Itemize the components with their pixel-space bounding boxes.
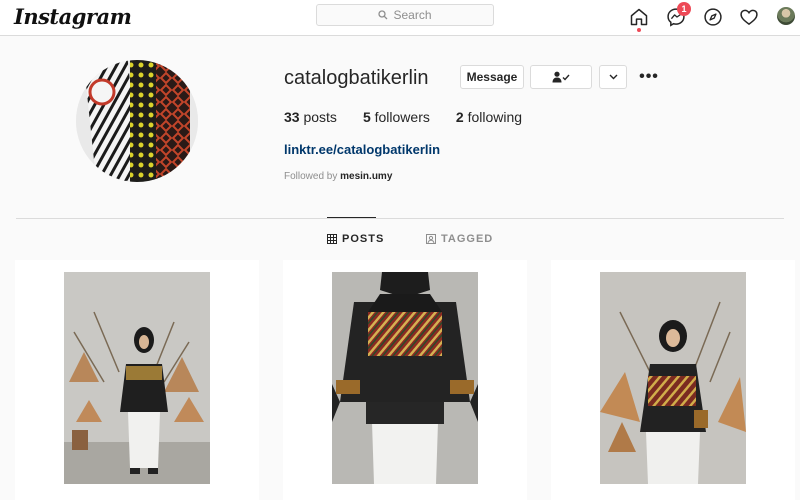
profile-picture[interactable] [76, 60, 198, 182]
suggestions-dropdown-button[interactable] [599, 65, 627, 89]
more-options-icon[interactable]: ••• [638, 68, 660, 86]
posts-stat: 33 posts [284, 109, 337, 125]
home-icon[interactable] [628, 6, 650, 28]
grid-icon [327, 234, 337, 244]
message-button[interactable]: Message [460, 65, 524, 89]
tagged-icon [426, 234, 436, 244]
profile-avatar[interactable] [777, 7, 795, 25]
following-stat[interactable]: 2 following [456, 109, 522, 125]
search-input[interactable]: Search [316, 4, 494, 26]
explore-icon[interactable] [702, 6, 724, 28]
post-thumbnail-2[interactable] [283, 260, 527, 500]
tabs-divider [16, 218, 784, 219]
tab-tagged[interactable]: TAGGED [426, 233, 493, 245]
followers-stat[interactable]: 5 followers [363, 109, 430, 125]
active-tab-indicator [327, 217, 376, 218]
followed-by-text: Followed by mesin.umy [284, 171, 393, 182]
instagram-logo[interactable]: Instagram [14, 4, 132, 29]
search-placeholder: Search [393, 8, 432, 22]
messages-badge: 1 [677, 2, 691, 16]
tab-posts[interactable]: POSTS [327, 233, 384, 245]
post-photo [64, 272, 210, 484]
post-thumbnail-1[interactable] [15, 260, 259, 500]
following-button[interactable] [530, 65, 592, 89]
profile-username: catalogbatikerlin [284, 67, 429, 89]
chevron-down-icon [609, 74, 617, 80]
top-navbar: Instagram Search 1 [0, 0, 800, 36]
active-indicator [637, 28, 641, 32]
followed-by-user[interactable]: mesin.umy [340, 171, 392, 182]
user-check-icon [552, 71, 570, 83]
post-photo [600, 272, 746, 484]
post-photo [332, 272, 478, 484]
post-thumbnail-3[interactable] [551, 260, 795, 500]
bio-link[interactable]: linktr.ee/catalogbatikerlin [284, 142, 440, 157]
search-icon [378, 10, 388, 20]
activity-heart-icon[interactable] [738, 6, 760, 28]
profile-stats: 33 posts 5 followers 2 following [284, 109, 522, 125]
